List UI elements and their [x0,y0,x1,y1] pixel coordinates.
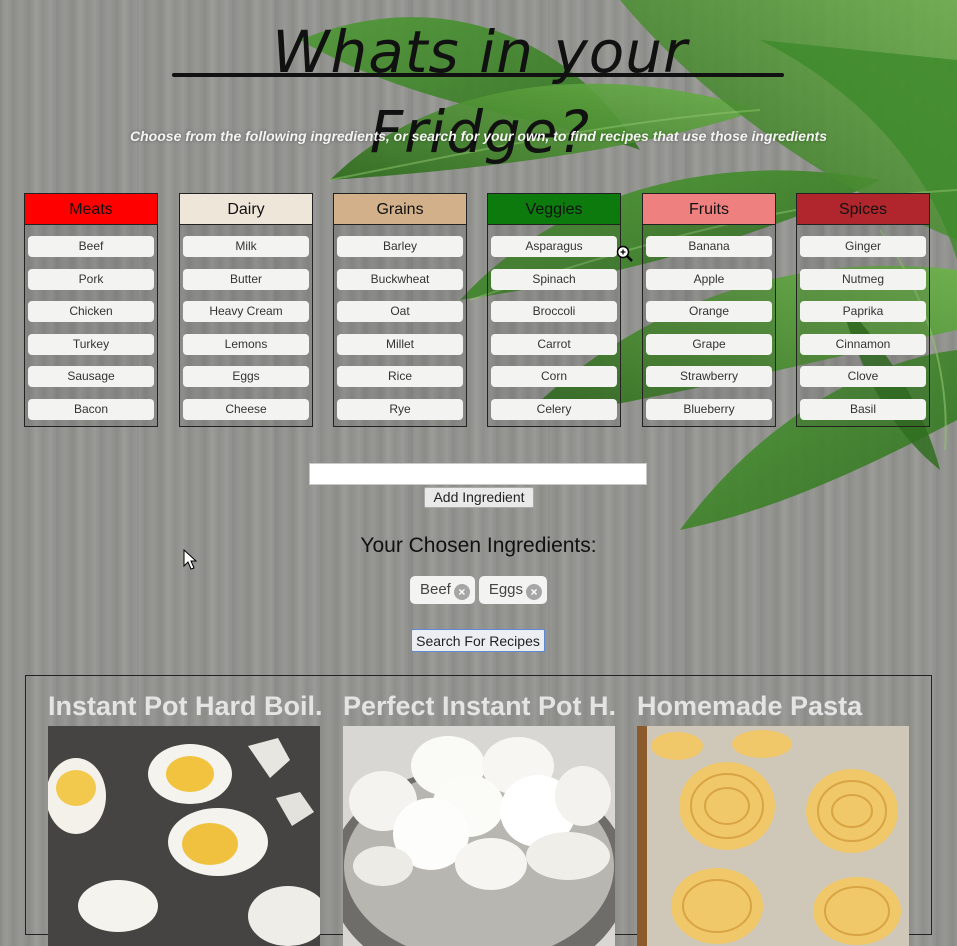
ingredient-button[interactable]: Celery [491,398,617,420]
recipe-image-homemade-pasta[interactable] [637,726,909,946]
ingredient-button[interactable]: Paprika [800,301,926,323]
remove-chip-icon[interactable]: × [453,584,470,600]
category-fruits: Fruits Banana Apple Orange Grape Strawbe… [642,193,776,427]
ingredient-button[interactable]: Grape [646,333,772,355]
category-meats: Meats Beef Pork Chicken Turkey Sausage B… [24,193,158,427]
mouse-pointer-icon [183,549,197,570]
recipe-title[interactable]: Perfect Instant Pot H... [343,686,616,726]
ingredient-button[interactable]: Banana [646,236,772,257]
ingredient-button[interactable]: Eggs [183,366,309,388]
add-ingredient-button[interactable]: Add Ingredient [424,487,534,508]
category-veggies: Veggies Asparagus Spinach Broccoli Carro… [487,193,621,427]
ingredient-button[interactable]: Carrot [491,333,617,355]
chip-label: Eggs [488,581,524,598]
ingredient-search-input[interactable] [309,463,647,485]
category-dairy: Dairy Milk Butter Heavy Cream Lemons Egg… [179,193,313,427]
ingredient-button[interactable]: Asparagus [491,236,617,257]
title-underline [172,73,784,77]
ingredient-button[interactable]: Nutmeg [800,268,926,290]
ingredient-button[interactable]: Millet [337,333,463,355]
chip-label: Beef [419,581,451,598]
ingredient-button[interactable]: Milk [183,236,309,257]
recipe-card[interactable]: Instant Pot Hard Boil... [48,686,321,946]
ingredient-button[interactable]: Cheese [183,398,309,420]
ingredient-button[interactable]: Basil [800,398,926,420]
category-grains: Grains Barley Buckwheat Oat Millet Rice … [333,193,467,427]
ingredient-button[interactable]: Ginger [800,236,926,257]
ingredient-chip: Beef × [409,576,475,604]
ingredient-button[interactable]: Spinach [491,268,617,290]
ingredient-button[interactable]: Broccoli [491,301,617,323]
category-header: Meats [25,194,157,225]
chosen-ingredients-heading: Your Chosen Ingredients: [360,534,597,557]
page-subtitle: Choose from the following ingredients, o… [130,128,827,144]
ingredient-button[interactable]: Sausage [28,366,154,388]
ingredient-button[interactable]: Rye [337,398,463,420]
category-header: Veggies [488,194,620,225]
ingredient-button[interactable]: Barley [337,236,463,257]
ingredient-chip: Eggs × [478,576,548,604]
category-header: Spices [797,194,929,225]
ingredient-button[interactable]: Bacon [28,398,154,420]
zoom-in-cursor-icon [616,245,633,262]
recipe-card[interactable]: Homemade Pasta [637,686,910,946]
ingredient-button[interactable]: Turkey [28,333,154,355]
ingredient-button[interactable]: Beef [28,236,154,257]
recipe-image-eggs-in-steamer[interactable] [343,726,615,946]
recipe-results: Instant Pot Hard Boil... Perfect Instant… [25,675,932,946]
ingredient-button[interactable]: Rice [337,366,463,388]
ingredient-button[interactable]: Orange [646,301,772,323]
category-header: Dairy [180,194,312,225]
ingredient-button[interactable]: Pork [28,268,154,290]
recipe-image-hard-boiled-eggs[interactable] [48,726,320,946]
ingredient-button[interactable]: Chicken [28,301,154,323]
remove-chip-icon[interactable]: × [526,584,543,600]
ingredient-button[interactable]: Oat [337,301,463,323]
ingredient-button[interactable]: Lemons [183,333,309,355]
ingredient-button[interactable]: Clove [800,366,926,388]
ingredient-button[interactable]: Corn [491,366,617,388]
ingredient-button[interactable]: Apple [646,268,772,290]
category-spices: Spices Ginger Nutmeg Paprika Cinnamon Cl… [796,193,930,427]
ingredient-button[interactable]: Blueberry [646,398,772,420]
ingredient-button[interactable]: Buckwheat [337,268,463,290]
ingredient-button[interactable]: Butter [183,268,309,290]
ingredient-button[interactable]: Heavy Cream [183,301,309,323]
ingredient-button[interactable]: Strawberry [646,366,772,388]
page-title: Whats in your Fridge? [272,18,688,166]
chosen-ingredients-list: Beef × Eggs × [0,576,957,604]
recipe-title[interactable]: Instant Pot Hard Boil... [48,686,321,726]
category-header: Grains [334,194,466,225]
recipe-title[interactable]: Homemade Pasta [637,686,910,726]
recipe-card[interactable]: Perfect Instant Pot H... [343,686,616,946]
category-header: Fruits [643,194,775,225]
search-recipes-button[interactable]: Search For Recipes [411,629,545,652]
ingredient-button[interactable]: Cinnamon [800,333,926,355]
